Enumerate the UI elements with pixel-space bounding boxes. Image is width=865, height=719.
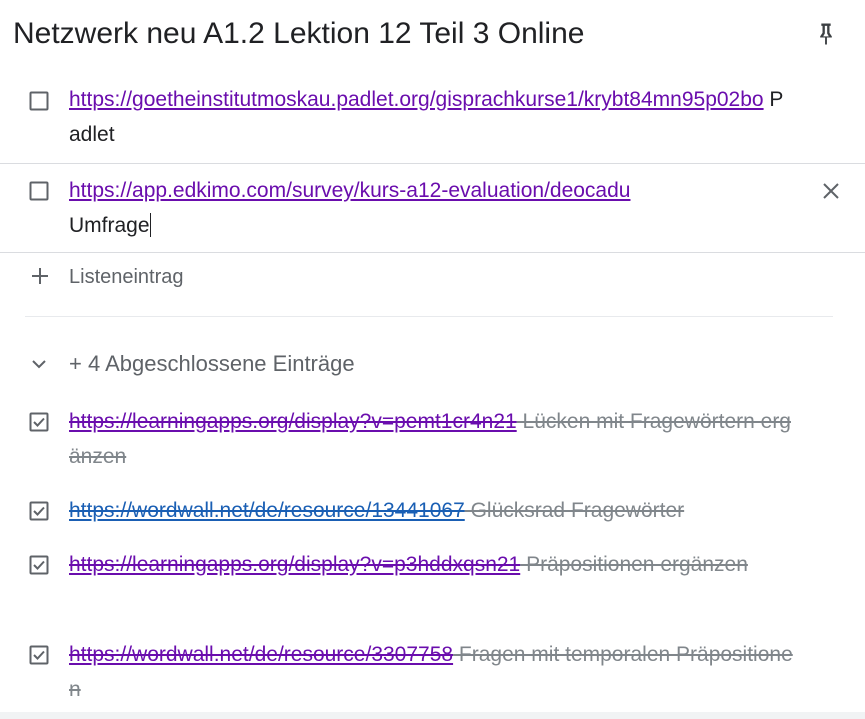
checkbox-checked-icon[interactable] <box>29 412 49 432</box>
checkbox-empty-icon[interactable] <box>29 181 49 201</box>
chevron-down-icon <box>32 360 46 369</box>
plus-icon <box>32 268 48 284</box>
close-icon[interactable] <box>821 181 841 201</box>
pin-icon[interactable] <box>812 18 840 50</box>
list-item-link[interactable]: https://goetheinstitutmoskau.padlet.org/… <box>69 88 764 111</box>
list-item-active[interactable]: https://app.edkimo.com/survey/kurs-a12-e… <box>0 163 865 253</box>
checkbox-checked-icon[interactable] <box>29 501 49 521</box>
divider <box>25 316 833 317</box>
add-list-item-button[interactable]: Listeneintrag <box>0 258 865 296</box>
note-title[interactable]: Netzwerk neu A1.2 Lektion 12 Teil 3 Onli… <box>13 14 584 54</box>
note-bottom-edge <box>0 712 865 719</box>
list-item-link[interactable]: https://wordwall.net/de/resource/3307758 <box>69 643 453 666</box>
text-cursor <box>149 213 151 237</box>
list-item-text[interactable]: https://goetheinstitutmoskau.padlet.org/… <box>69 82 794 152</box>
list-item-text[interactable]: https://learningapps.org/display?v=pemt1… <box>69 404 794 474</box>
list-item-text[interactable]: https://app.edkimo.com/survey/kurs-a12-e… <box>69 173 794 243</box>
list-item-link[interactable]: https://learningapps.org/display?v=p3hdd… <box>69 553 520 576</box>
checkbox-checked-icon[interactable] <box>29 555 49 575</box>
list-item-label: Umfrage <box>69 214 150 237</box>
list-item-link[interactable]: https://app.edkimo.com/survey/kurs-a12-e… <box>69 179 630 202</box>
completed-list-item[interactable]: https://learningapps.org/display?v=p3hdd… <box>0 547 865 619</box>
add-list-item-label: Listeneintrag <box>69 266 184 288</box>
completed-items-label: + 4 Abgeschlossene Einträge <box>69 351 355 376</box>
completed-items-toggle[interactable]: + 4 Abgeschlossene Einträge <box>0 346 865 382</box>
list-item-link[interactable]: https://learningapps.org/display?v=pemt1… <box>69 410 517 433</box>
checkbox-checked-icon[interactable] <box>29 645 49 665</box>
list-item-text[interactable]: https://learningapps.org/display?v=p3hdd… <box>69 547 794 582</box>
completed-list-item[interactable]: https://wordwall.net/de/resource/3307758… <box>0 637 865 709</box>
list-item-label: Präpositionen ergänzen <box>520 553 748 576</box>
list-item[interactable]: https://goetheinstitutmoskau.padlet.org/… <box>0 82 865 162</box>
list-item-text[interactable]: https://wordwall.net/de/resource/3307758… <box>69 637 794 707</box>
checkbox-empty-icon[interactable] <box>29 91 49 111</box>
completed-list-item[interactable]: https://learningapps.org/display?v=pemt1… <box>0 404 865 476</box>
list-item-label: Glücksrad Fragewörter <box>464 499 685 522</box>
completed-list-item[interactable]: https://wordwall.net/de/resource/1344106… <box>0 493 865 529</box>
list-item-link[interactable]: https://wordwall.net/de/resource/1344106… <box>69 499 465 522</box>
keep-note: Netzwerk neu A1.2 Lektion 12 Teil 3 Onli… <box>0 0 865 719</box>
list-item-text[interactable]: https://wordwall.net/de/resource/1344106… <box>69 493 794 528</box>
